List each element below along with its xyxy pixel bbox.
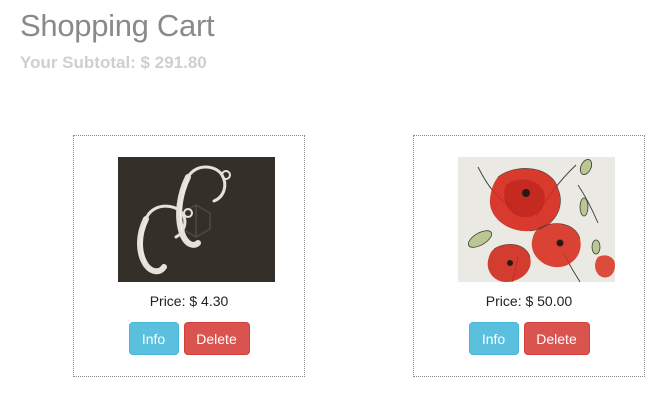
cart-item-card: Price: $ 50.00 Info Delete [413, 135, 645, 377]
cart-item-card: Price: $ 4.30 Info Delete [73, 135, 305, 377]
info-button[interactable]: Info [468, 322, 519, 355]
item-actions: Info Delete [414, 322, 644, 355]
item-price: Price: $ 50.00 [485, 293, 573, 309]
info-button[interactable]: Info [128, 322, 179, 355]
item-price: Price: $ 4.30 [149, 293, 229, 309]
delete-button[interactable]: Delete [183, 322, 250, 355]
earrings-product-image [118, 157, 275, 282]
item-actions: Info Delete [74, 322, 304, 355]
shopping-cart-page: Shopping Cart Your Subtotal: $ 291.80 Pr… [0, 0, 663, 412]
subtotal-text: Your Subtotal: $ 291.80 [20, 53, 207, 72]
poppies-product-image [458, 157, 615, 282]
delete-button[interactable]: Delete [523, 322, 590, 355]
page-title: Shopping Cart [20, 8, 215, 43]
